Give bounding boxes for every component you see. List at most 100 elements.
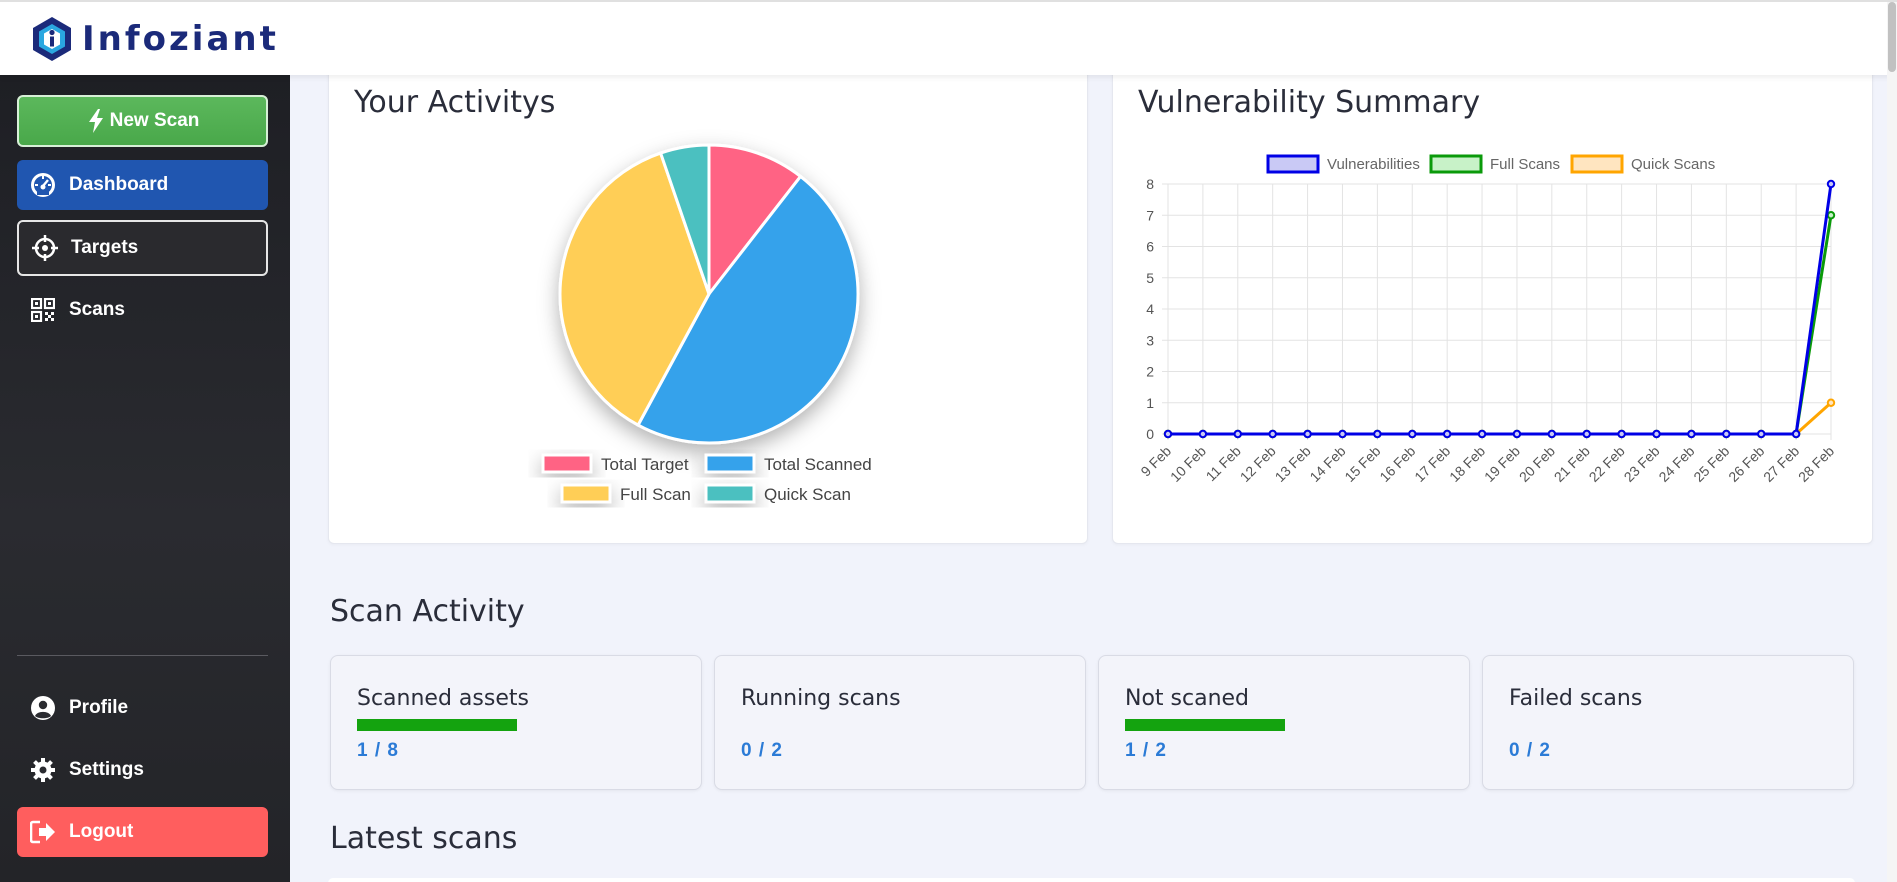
data-point [1757,429,1766,439]
latest-scans-card [328,878,1855,882]
sidebar-item-settings[interactable]: Settings [17,745,268,795]
logout-icon [29,818,57,846]
data-point [1826,179,1836,189]
data-point [1338,429,1347,439]
data-point [1582,429,1591,439]
data-point [1163,429,1173,439]
x-tick-label: 14 Feb [1306,443,1348,485]
y-tick-label: 4 [1146,301,1154,317]
sidebar-divider [17,655,268,656]
legend-swatch [704,483,756,504]
sidebar-item-profile[interactable]: Profile [17,683,268,733]
scan-activity-title: Scan Activity [330,594,525,629]
sidebar-item-label: Scans [69,299,125,320]
new-scan-label: New Scan [109,110,200,131]
x-tick-label: 15 Feb [1341,443,1383,485]
legend-label: Quick Scan [764,485,851,504]
data-point [1477,429,1487,439]
brand-logo[interactable]: Infoziant [30,15,279,63]
activity-pie-chart: Total Target Total Scanned Full Scan Quick … [541,143,872,504]
x-tick-label: 20 Feb [1516,443,1558,485]
data-point [1233,429,1242,439]
stat-card-scanned-assets: Scanned assets 1 / 8 [330,655,702,790]
legend-swatch [1266,154,1320,174]
stat-label: Running scans [741,686,901,711]
x-tick-label: 12 Feb [1237,443,1279,485]
page-scrollbar[interactable] [1887,2,1897,882]
legend-label: Total Scanned [764,455,872,474]
sidebar-item-scans[interactable]: Scans [17,285,268,335]
lightning-icon [86,107,106,135]
legend-label: Full Scan [620,485,691,504]
legend-swatch [560,483,612,504]
data-point [1687,429,1696,439]
stat-value: 1 / 8 [357,740,399,761]
data-point [1512,429,1522,439]
x-tick-label: 11 Feb [1203,443,1245,485]
x-tick-label: 16 Feb [1376,443,1418,485]
data-point [1373,429,1382,439]
sidebar-item-dashboard[interactable]: Dashboard [17,160,268,210]
logout-button[interactable]: Logout [17,807,268,857]
x-tick-label: 24 Feb [1655,443,1697,485]
stat-card-not-scaned: Not scaned 1 / 2 [1098,655,1470,790]
sidebar-item-label: Logout [69,821,134,842]
sidebar-item-label: Settings [69,759,144,780]
data-point [1722,429,1731,439]
vulnerability-line-chart: 0123456789 Feb10 Feb11 Feb12 Feb13 Feb14… [1137,154,1837,485]
x-tick-label: 10 Feb [1167,443,1209,485]
x-tick-label: 18 Feb [1446,443,1488,485]
brand-name: Infoziant [82,19,279,59]
crosshair-icon [31,234,59,262]
legend-swatch [541,453,593,474]
sidebar: New Scan Dashboard Targets Scans Profile… [0,75,290,882]
stat-value: 1 / 2 [1125,740,1167,761]
data-point [1547,429,1557,439]
stat-value: 0 / 2 [1509,740,1551,761]
sidebar-item-label: Dashboard [69,174,169,195]
legend-label: Vulnerabilities [1327,156,1420,173]
series-line [1168,215,1833,436]
latest-scans-title: Latest scans [330,821,518,856]
legend-swatch [1570,154,1624,174]
stat-progress-bar [357,719,517,731]
data-point [1442,429,1452,439]
dashboard-gauge-icon [29,171,57,199]
data-point [1303,429,1312,439]
x-tick-label: 22 Feb [1586,443,1628,485]
data-point [1652,429,1661,439]
x-tick-label: 26 Feb [1725,443,1767,485]
new-scan-button[interactable]: New Scan [17,95,268,147]
legend-swatch [704,453,756,474]
activity-card: Your Activitys Total Target Total Scanned… [328,60,1088,544]
vulnerability-card: Vulnerability Summary 0123456789 Feb 10 F… [1112,60,1873,544]
y-tick-label: 5 [1146,270,1154,286]
x-tick-label: 25 Feb [1690,443,1732,485]
gear-icon [29,756,57,784]
y-tick-label: 1 [1146,395,1154,411]
series-line [1168,401,1833,436]
legend-label: Total Target [601,455,689,474]
y-tick-label: 0 [1146,426,1154,442]
legend-swatch [1429,154,1483,174]
y-tick-label: 2 [1146,364,1154,380]
qr-grid-icon [29,296,57,324]
sidebar-item-targets[interactable]: Targets [17,220,268,276]
data-point [1791,429,1801,439]
user-circle-icon [29,694,57,722]
sidebar-item-label: Profile [69,697,129,718]
stat-label: Failed scans [1509,686,1643,711]
y-tick-label: 6 [1146,239,1154,255]
x-tick-label: 23 Feb [1621,443,1663,485]
infoziant-logo-icon [33,17,71,61]
stat-label: Not scaned [1125,686,1250,711]
y-tick-label: 7 [1146,207,1154,223]
sidebar-item-label: Targets [71,237,139,258]
data-point [1408,429,1417,439]
data-point [1198,429,1208,439]
top-header: Infoziant [0,0,1897,75]
x-tick-label: 21 Feb [1551,443,1593,485]
x-tick-label: 13 Feb [1272,443,1314,485]
scrollbar-thumb[interactable] [1888,2,1896,72]
data-point [1268,429,1277,439]
